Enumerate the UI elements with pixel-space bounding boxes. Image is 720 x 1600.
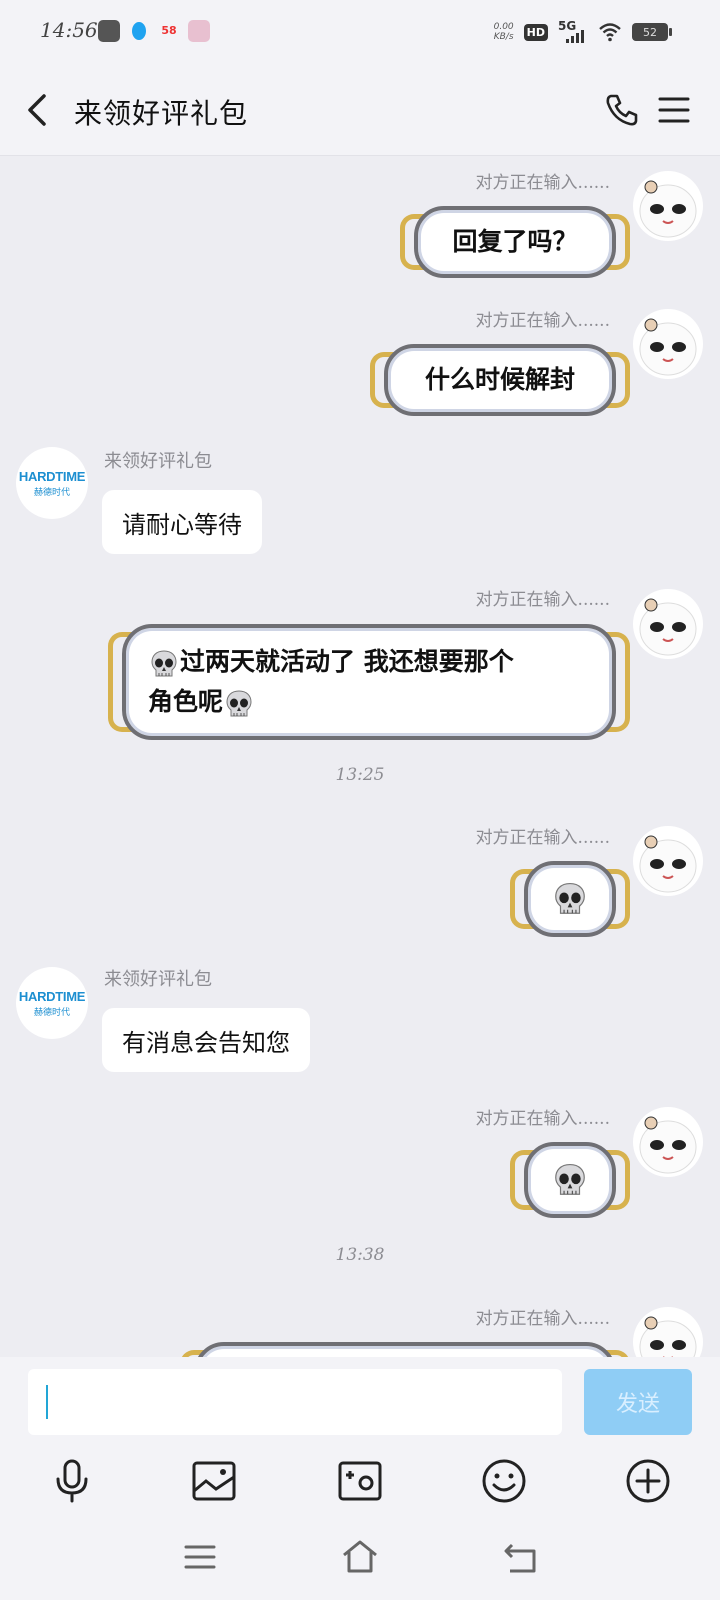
message-bubble-left[interactable]: 请耐心等待 <box>102 490 262 554</box>
message-text: 回复了吗？ <box>452 227 578 256</box>
message-bubble-left[interactable]: 有消息会告知您 <box>102 1008 310 1072</box>
message-bubble-right[interactable] <box>510 861 630 937</box>
typing-indicator: 对方正在输入...... <box>475 590 610 610</box>
typing-indicator: 对方正在输入...... <box>475 828 610 848</box>
typing-indicator: 对方正在输入...... <box>475 311 610 331</box>
signal-icon: 5G <box>558 19 588 43</box>
message-input[interactable] <box>28 1369 562 1435</box>
status-bar: 14:56 58 0.00 KB/s HD 5G 52 <box>0 0 720 64</box>
brand-logo-subtext: 赫德时代 <box>33 487 70 498</box>
app-58-icon: 58 <box>161 24 177 37</box>
news-app-icon <box>188 20 210 42</box>
nav-menu-icon[interactable] <box>180 1537 220 1577</box>
avatar[interactable] <box>633 826 703 896</box>
sender-name: 来领好评礼包 <box>104 969 212 990</box>
message-timestamp: 13:38 <box>335 1245 385 1265</box>
message-text: 有消息会告知您 <box>122 1028 290 1057</box>
brand-logo-subtext: 赫德时代 <box>33 1007 70 1018</box>
skull-emoji-icon <box>555 882 585 914</box>
back-icon[interactable] <box>20 90 60 130</box>
battery-indicator: 52 <box>632 23 672 41</box>
brand-logo-text: HARDTIME <box>18 988 86 1004</box>
hd-badge: HD <box>523 23 548 41</box>
plus-icon[interactable] <box>624 1457 672 1505</box>
chat-title: 来领好评礼包 <box>74 97 249 130</box>
phone-icon[interactable] <box>602 90 642 130</box>
menu-icon[interactable] <box>656 92 692 128</box>
status-time: 14:56 <box>40 18 98 42</box>
brand-logo-text: HARDTIME <box>18 468 86 484</box>
typing-indicator: 对方正在输入...... <box>475 1309 610 1329</box>
network-speed: 0.00 KB/s <box>493 22 514 42</box>
skull-emoji-icon <box>555 1163 585 1195</box>
message-bubble-right[interactable]: 过两天就活动了 我还想要那个 角色呢 <box>108 624 630 740</box>
contact-avatar[interactable]: HARDTIME 赫德时代 <box>16 447 88 519</box>
message-bubble-right[interactable]: 什么时候解封 <box>370 344 630 416</box>
skull-emoji-icon <box>151 649 177 676</box>
sender-name: 来领好评礼包 <box>104 451 212 472</box>
system-nav-bar <box>0 1517 720 1600</box>
avatar[interactable] <box>633 1307 703 1357</box>
message-bubble-right[interactable] <box>510 1142 630 1218</box>
nav-back-icon[interactable] <box>500 1537 540 1577</box>
image-icon[interactable] <box>190 1457 238 1505</box>
message-bubble-right[interactable] <box>180 1342 630 1357</box>
skull-emoji-icon <box>226 689 252 716</box>
game-app-icon <box>98 20 120 42</box>
camera-icon[interactable] <box>336 1457 384 1505</box>
message-text: 什么时候解封 <box>424 365 575 394</box>
avatar[interactable] <box>633 309 703 379</box>
input-bar: 发送 <box>0 1357 720 1600</box>
qq-icon <box>128 20 150 42</box>
message-text: 请耐心等待 <box>122 510 242 539</box>
contact-avatar[interactable]: HARDTIME 赫德时代 <box>16 967 88 1039</box>
message-list[interactable]: 对方正在输入...... 回复了吗？ 对方正在输入...... 什么时候解封 H… <box>0 157 720 1357</box>
chat-header: 来领好评礼包 <box>0 64 720 156</box>
text-caret <box>46 1385 48 1419</box>
message-bubble-right[interactable]: 回复了吗？ <box>400 206 630 278</box>
send-button[interactable]: 发送 <box>584 1369 692 1435</box>
nav-home-icon[interactable] <box>340 1537 380 1577</box>
typing-indicator: 对方正在输入...... <box>475 173 610 193</box>
avatar[interactable] <box>633 171 703 241</box>
microphone-icon[interactable] <box>48 1457 96 1505</box>
wifi-icon <box>599 23 621 42</box>
emoji-icon[interactable] <box>480 1457 528 1505</box>
message-text-line1: 过两天就活动了 我还想要那个 <box>180 647 514 676</box>
avatar[interactable] <box>633 1107 703 1177</box>
avatar[interactable] <box>633 589 703 659</box>
message-text-line2: 角色呢 <box>148 687 224 716</box>
message-timestamp: 13:25 <box>335 765 385 785</box>
typing-indicator: 对方正在输入...... <box>475 1109 610 1129</box>
